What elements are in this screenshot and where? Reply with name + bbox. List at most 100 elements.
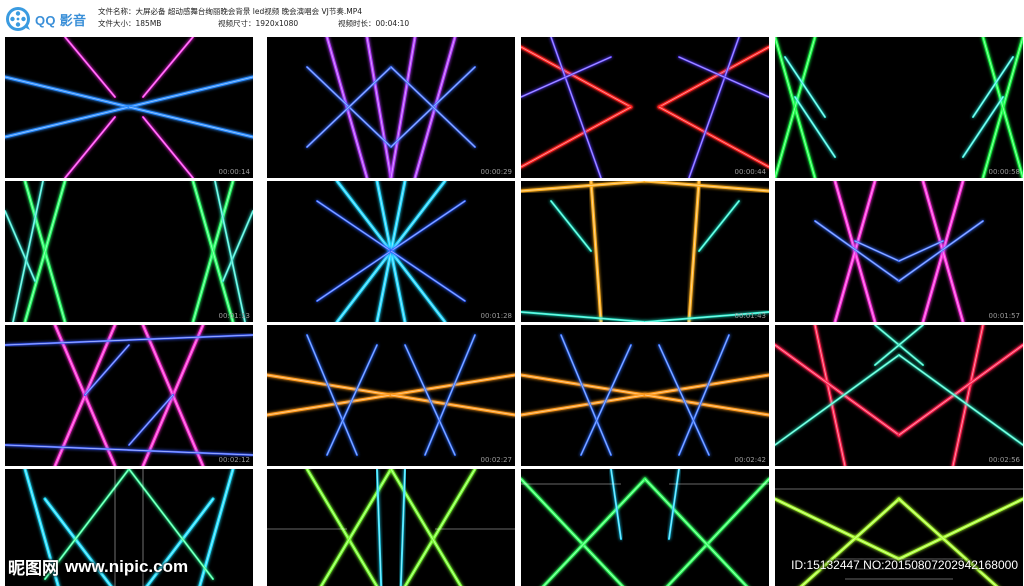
- neon-light-core: [854, 240, 900, 262]
- neon-light-core: [658, 106, 769, 168]
- neon-light-core: [521, 311, 646, 322]
- neon-light-core: [222, 210, 253, 282]
- thumbnail-timestamp: 00:02:27: [480, 456, 512, 464]
- neon-light-core: [5, 444, 253, 456]
- neon-light-core: [801, 498, 900, 586]
- video-thumbnail[interactable]: 00:01:43: [521, 181, 769, 322]
- neon-light-core: [390, 394, 515, 416]
- thumbnail-frame: [521, 37, 769, 178]
- video-thumbnail[interactable]: 00:01:28: [267, 181, 515, 322]
- file-size-value: 185MB: [135, 19, 162, 28]
- neon-light-core: [424, 334, 476, 456]
- thumbnail-timestamp: 00:01:43: [734, 312, 766, 320]
- thumbnail-frame: [521, 334, 769, 456]
- neon-light-core: [84, 344, 130, 396]
- neon-light-core: [316, 250, 392, 302]
- neon-light-core: [678, 334, 730, 456]
- video-thumbnail[interactable]: [521, 469, 769, 586]
- thumbnail-timestamp: 00:02:42: [734, 456, 766, 464]
- neon-light-core: [952, 325, 984, 466]
- neon-light-core: [972, 56, 1014, 118]
- neon-light-core: [698, 200, 740, 252]
- thumbnail-timestamp: 00:02:56: [988, 456, 1020, 464]
- thumbnail-frame: [814, 181, 984, 322]
- video-dims-value: 1920x1080: [255, 19, 299, 28]
- video-thumbnail[interactable]: 00:00:29: [267, 37, 515, 178]
- thumbnail-timestamp: 00:02:12: [218, 456, 250, 464]
- film-reel-icon: [6, 7, 30, 31]
- neon-light-core: [390, 37, 416, 178]
- thumbnail-timestamp: 00:01:57: [988, 312, 1020, 320]
- video-thumbnail[interactable]: 00:01:57: [775, 181, 1023, 322]
- video-thumbnail[interactable]: [267, 469, 515, 586]
- neon-light-core: [390, 200, 466, 252]
- video-dims-label: 视频尺寸：: [218, 19, 256, 28]
- video-thumbnail[interactable]: 00:00:44: [521, 37, 769, 178]
- neon-light-core: [306, 334, 358, 456]
- video-thumbnail[interactable]: 00:02:56: [775, 325, 1023, 466]
- neon-light-core: [678, 56, 769, 98]
- thumbnail-timestamp: 00:00:44: [734, 168, 766, 176]
- neon-light-core: [366, 37, 392, 178]
- thumbnail-frame: [5, 181, 253, 322]
- neon-light-core: [814, 220, 900, 282]
- neon-light-core: [550, 200, 592, 252]
- thumbnail-frame: [775, 37, 1023, 178]
- video-thumbnail[interactable]: 00:00:14: [5, 37, 253, 178]
- neon-light-stroke: [198, 469, 235, 586]
- neon-light-core: [590, 181, 602, 322]
- file-size-label: 文件大小：: [98, 19, 136, 28]
- app-name-latin: QQ: [35, 12, 56, 28]
- neon-light-core: [644, 394, 769, 416]
- video-thumbnail[interactable]: 00:02:27: [267, 325, 515, 466]
- thumbnail-frame: [267, 334, 515, 456]
- thumbnail-frame: [316, 181, 466, 322]
- thumbnail-timestamp: 00:00:14: [218, 168, 250, 176]
- video-thumbnail[interactable]: 00:01:13: [5, 181, 253, 322]
- neon-light-stroke: [665, 477, 769, 586]
- neon-light-stroke: [521, 477, 625, 586]
- thumbnail-frame: [306, 37, 476, 178]
- video-thumbnail[interactable]: 00:00:58: [775, 37, 1023, 178]
- neon-light-core: [267, 374, 392, 396]
- neon-light-stroke: [897, 497, 999, 586]
- neon-light-core: [390, 250, 466, 302]
- neon-light-core: [5, 334, 253, 346]
- thumbnail-frame: [521, 469, 769, 586]
- file-name-value: 大屏必备 超动感舞台绚丽晚会背景 led视频 晚会演唱会 VJ节奏.MP4: [135, 7, 363, 16]
- thumbnail-timestamp: 00:01:28: [480, 312, 512, 320]
- neon-light-core: [898, 498, 997, 586]
- neon-light-core: [390, 374, 515, 396]
- video-duration-value: 00:04:10: [375, 19, 410, 28]
- video-thumbnail[interactable]: 00:02:12: [5, 325, 253, 466]
- watermark-id: ID:15132447 NO:20150807202942168000: [791, 558, 1018, 572]
- neon-light-core: [543, 478, 646, 586]
- thumbnail-timestamp: 00:00:58: [988, 168, 1020, 176]
- neon-light-core: [898, 220, 984, 282]
- neon-light-core: [644, 181, 769, 192]
- watermark-site-cn: 昵图网: [8, 559, 59, 579]
- thumbnail-frame: [5, 37, 253, 178]
- video-thumbnail[interactable]: 00:02:42: [521, 325, 769, 466]
- neon-light-core: [64, 116, 116, 178]
- header: QQ 影音 文件名称： 大屏必备 超动感舞台绚丽晚会背景 led视频 晚会演唱会…: [0, 0, 1024, 36]
- file-name-label: 文件名称：: [98, 7, 136, 16]
- neon-light-core: [64, 37, 116, 98]
- app-logo: QQ 影音: [5, 6, 86, 32]
- thumbnail-frame: [5, 325, 253, 466]
- neon-light-core: [550, 37, 602, 178]
- neon-light-core: [521, 56, 612, 98]
- neon-light-core: [521, 106, 632, 168]
- neon-light-core: [688, 37, 740, 178]
- neon-light-core: [784, 56, 826, 118]
- neon-light-core: [521, 374, 646, 396]
- thumbnail-grid: 00:00:14 00:00:29 00:00:44 00:00:58 00:01:13…: [5, 37, 1023, 586]
- neon-light-core: [658, 46, 769, 108]
- watermark-site: 昵图网 www.nipic.com: [8, 554, 188, 580]
- neon-light-core: [5, 210, 36, 282]
- neon-light-core: [142, 116, 194, 178]
- neon-light-core: [814, 325, 846, 466]
- neon-light-core: [688, 181, 700, 322]
- neon-light-core: [214, 181, 246, 322]
- file-info: 文件名称： 大屏必备 超动感舞台绚丽晚会背景 led视频 晚会演唱会 VJ节奏.…: [98, 6, 409, 30]
